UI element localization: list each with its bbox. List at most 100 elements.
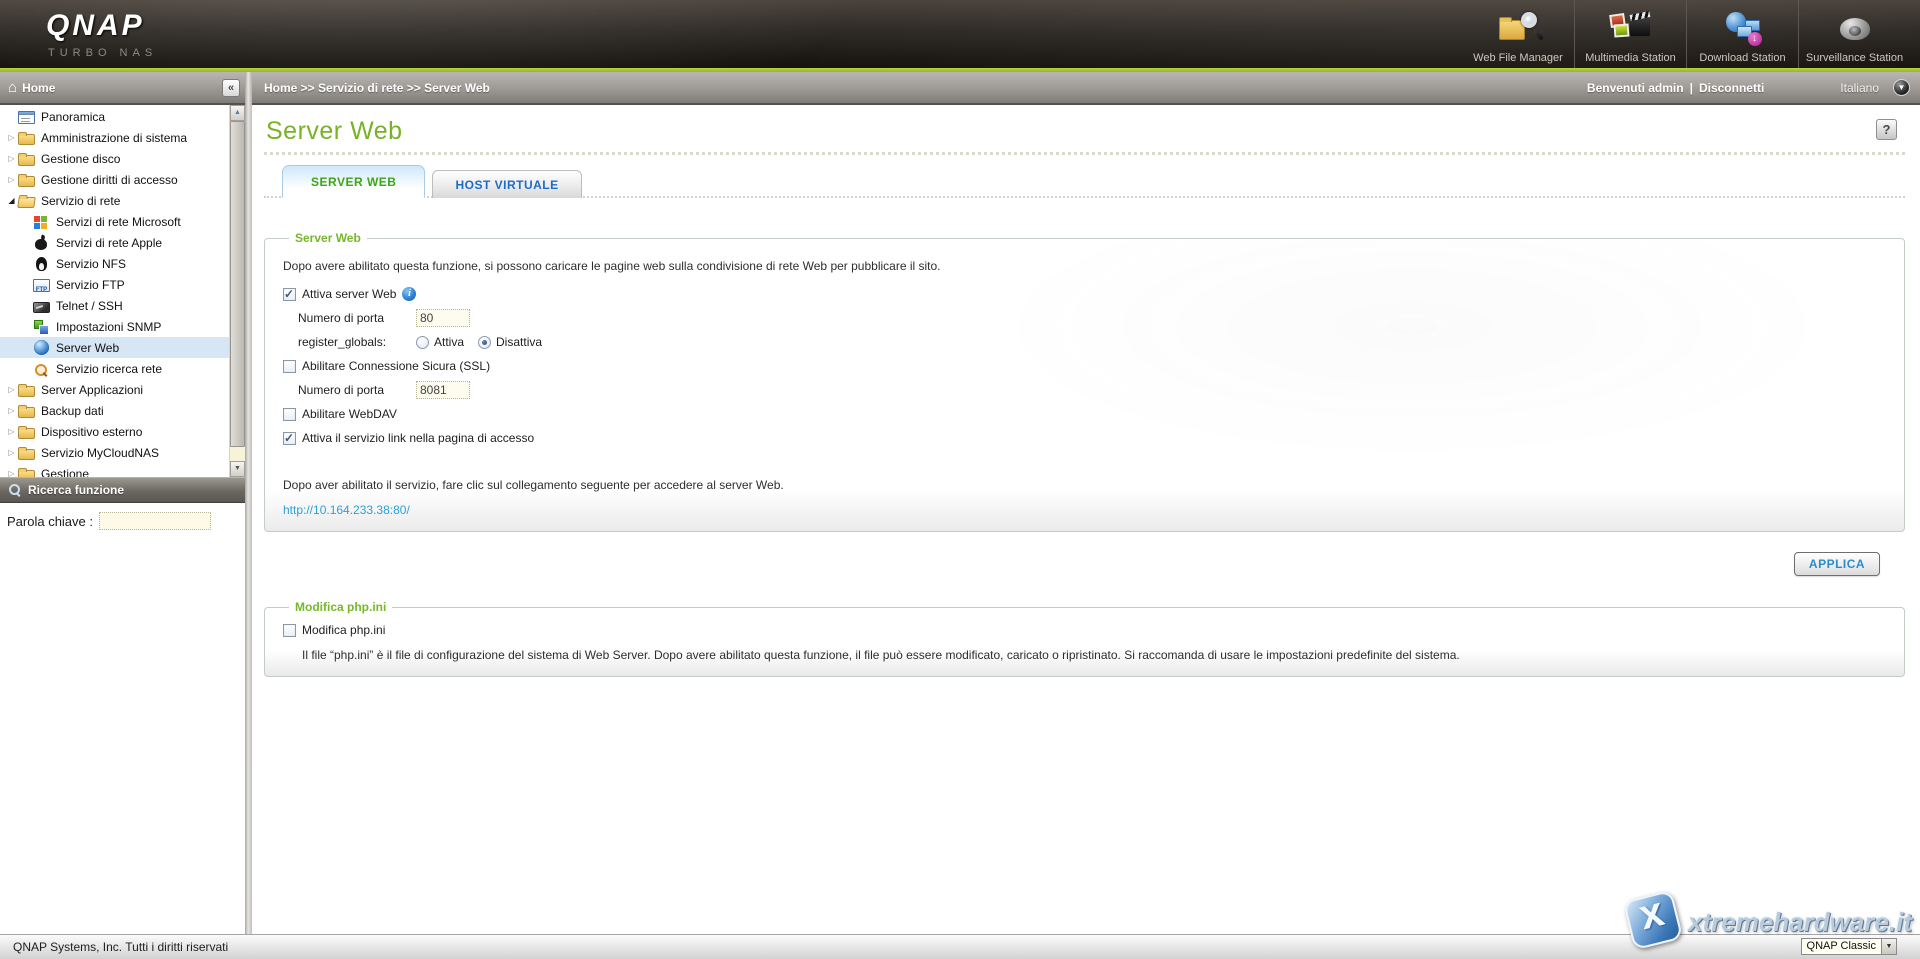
sidebar-item-servizi-di-rete-apple[interactable]: Servizi di rete Apple <box>0 232 229 253</box>
ssl-port-input[interactable] <box>416 381 470 399</box>
register-globals-on-radio[interactable] <box>416 336 429 349</box>
sidebar-item-servizio-nfs[interactable]: Servizio NFS <box>0 253 229 274</box>
register-globals-on-label: Attiva <box>434 335 464 349</box>
top-banner: QNAP TURBO NAS Web File ManagerMultimedi… <box>0 0 1920 68</box>
sidebar-item-amministrazione-di-sistema[interactable]: ▷ Amministrazione di sistema <box>0 127 229 148</box>
user-area: Benvenuti admin | Disconnetti Italiano ▼ <box>1587 79 1910 96</box>
link-service-row: Attiva il servizio link nella pagina di … <box>281 426 1888 450</box>
enable-webserver-row: Attiva server Web i <box>281 282 1888 306</box>
ssl-checkbox[interactable] <box>283 360 296 373</box>
apple-icon <box>33 235 50 251</box>
webdav-checkbox[interactable] <box>283 408 296 421</box>
webserver-link[interactable]: http://10.164.233.38:80/ <box>283 503 410 517</box>
sidebar-item-servizio-mycloudnas[interactable]: ▷Servizio MyCloudNAS <box>0 442 229 463</box>
apply-button[interactable]: APPLICA <box>1794 552 1880 576</box>
ftp-icon <box>33 279 50 292</box>
sidebar-item-gestione-diritti-di-accesso[interactable]: ▷Gestione diritti di accesso <box>0 169 229 190</box>
expand-arrow-icon[interactable]: ▷ <box>5 175 18 184</box>
sidebar-collapse-button[interactable]: « <box>222 79 240 97</box>
snmp-icon <box>33 319 50 335</box>
info-icon[interactable]: i <box>402 287 416 301</box>
sidebar-item-label: Dispositivo esterno <box>41 425 142 439</box>
expand-arrow-icon[interactable]: ▷ <box>5 427 18 436</box>
sidebar-item-label: Telnet / SSH <box>56 299 123 313</box>
tab-server-web[interactable]: SERVER WEB <box>282 165 425 198</box>
main-panel: Server Web ? SERVER WEBHOST VIRTUALE Ser… <box>252 105 1920 934</box>
port-input[interactable] <box>416 309 470 327</box>
keyword-label: Parola chiave : <box>7 514 93 529</box>
nav-bars: ⌂ Home « Home >> Servizio di rete >> Ser… <box>0 72 1920 105</box>
web-file-manager-icon <box>1495 10 1541 50</box>
sidebar-item-backup-dati[interactable]: ▷ Backup dati <box>0 400 229 421</box>
home-icon: ⌂ <box>8 80 17 95</box>
scrollbar-thumb[interactable] <box>230 121 245 447</box>
php-ini-checkbox[interactable] <box>283 624 296 637</box>
expand-arrow-icon[interactable]: ▷ <box>5 406 18 415</box>
register-globals-row: register_globals: Attiva Disattiva <box>281 330 1888 354</box>
sidebar-item-label: Servizio di rete <box>41 194 120 208</box>
expand-arrow-icon[interactable]: ▷ <box>5 448 18 457</box>
ssl-port-label: Numero di porta <box>298 383 416 397</box>
folder-icon <box>18 155 35 166</box>
expand-arrow-icon[interactable]: ▷ <box>5 469 18 477</box>
collapse-arrow-icon[interactable]: ◢ <box>5 196 18 205</box>
station-label: Web File Manager <box>1473 52 1563 64</box>
php-ini-fieldset: Modifica php.ini Modifica php.ini Il fil… <box>264 600 1905 677</box>
netsearch-icon <box>33 361 50 377</box>
function-search-row: Parola chiave : <box>0 503 245 538</box>
sidebar-item-server-applicazioni[interactable]: ▷Server Applicazioni <box>0 379 229 400</box>
sidebar-item-telnet-ssh[interactable]: Telnet / SSH <box>0 295 229 316</box>
scroll-down-icon[interactable]: ▼ <box>230 461 245 477</box>
tree-scrollbar[interactable]: ▲ ▼ <box>229 105 245 477</box>
sidebar-item-impostazioni-snmp[interactable]: Impostazioni SNMP <box>0 316 229 337</box>
sidebar-item-label: Backup dati <box>41 404 104 418</box>
navigation-tree: Panoramica ▷ Amministrazione di sistema ▷Ge… <box>0 105 245 477</box>
help-icon[interactable]: ? <box>1876 119 1897 140</box>
qnap-admin-page: QNAP TURBO NAS Web File ManagerMultimedi… <box>0 0 1920 959</box>
breadcrumb-bar: Home >> Servizio di rete >> Server Web B… <box>252 72 1920 105</box>
function-search-title: Ricerca funzione <box>28 483 124 497</box>
sidebar-item-server-web[interactable]: Server Web <box>0 337 229 358</box>
expand-arrow-icon[interactable]: ▷ <box>5 133 18 142</box>
sidebar-item-label: Amministrazione di sistema <box>41 131 187 145</box>
logout-link[interactable]: Disconnetti <box>1699 81 1764 95</box>
link-service-checkbox[interactable] <box>283 432 296 445</box>
server-web-fieldset: Server Web Dopo avere abilitato questa f… <box>264 231 1905 532</box>
sidebar-item-label: Servizi di rete Apple <box>56 236 162 250</box>
skin-select[interactable]: QNAP Classic ▼ <box>1801 938 1897 955</box>
apply-row: APPLICA <box>264 552 1880 576</box>
sidebar-item-servizio-di-rete[interactable]: ◢ Servizio di rete <box>0 190 229 211</box>
station-web-file-manager[interactable]: Web File Manager <box>1462 0 1574 68</box>
sidebar-item-servizio-ftp[interactable]: Servizio FTP <box>0 274 229 295</box>
enable-webserver-checkbox[interactable] <box>283 288 296 301</box>
sidebar-item-dispositivo-esterno[interactable]: ▷ Dispositivo esterno <box>0 421 229 442</box>
station-multimedia-station[interactable]: Multimedia Station <box>1574 0 1686 68</box>
download-station-icon: ↓ <box>1720 10 1766 50</box>
copyright-text: QNAP Systems, Inc. Tutti i diritti riser… <box>13 940 228 954</box>
breadcrumb: Home >> Servizio di rete >> Server Web <box>264 81 1587 95</box>
station-download-station[interactable]: ↓Download Station <box>1686 0 1798 68</box>
webdav-label: Abilitare WebDAV <box>302 407 397 421</box>
sidebar-item-gestione[interactable]: ▷Gestione <box>0 463 229 477</box>
language-dropdown-icon[interactable]: ▼ <box>1893 79 1910 96</box>
register-globals-off-radio[interactable] <box>478 336 491 349</box>
qnap-logo-text: QNAP <box>46 9 157 43</box>
sidebar-item-panoramica[interactable]: Panoramica <box>0 106 229 127</box>
ssl-row: Abilitare Connessione Sicura (SSL) <box>281 354 1888 378</box>
sidebar-item-gestione-disco[interactable]: ▷Gestione disco <box>0 148 229 169</box>
tab-host-virtuale[interactable]: HOST VIRTUALE <box>432 170 581 198</box>
folder-open-icon <box>17 197 36 208</box>
scroll-up-icon[interactable]: ▲ <box>230 105 245 121</box>
port-label: Numero di porta <box>298 311 416 325</box>
expand-arrow-icon[interactable]: ▷ <box>5 385 18 394</box>
language-label: Italiano <box>1840 81 1879 95</box>
sidebar-item-servizio-ricerca-rete[interactable]: Servizio ricerca rete <box>0 358 229 379</box>
expand-arrow-icon[interactable]: ▷ <box>5 154 18 163</box>
title-separator <box>264 152 1905 155</box>
station-surveillance-station[interactable]: Surveillance Station <box>1798 0 1910 68</box>
sidebar-item-servizi-di-rete-microsoft[interactable]: Servizi di rete Microsoft <box>0 211 229 232</box>
keyword-input[interactable] <box>99 512 211 530</box>
welcome-separator: | <box>1690 81 1693 95</box>
telnet-icon <box>33 302 50 313</box>
webserver-link-hint: Dopo aver abilitato il servizio, fare cl… <box>283 478 1888 492</box>
